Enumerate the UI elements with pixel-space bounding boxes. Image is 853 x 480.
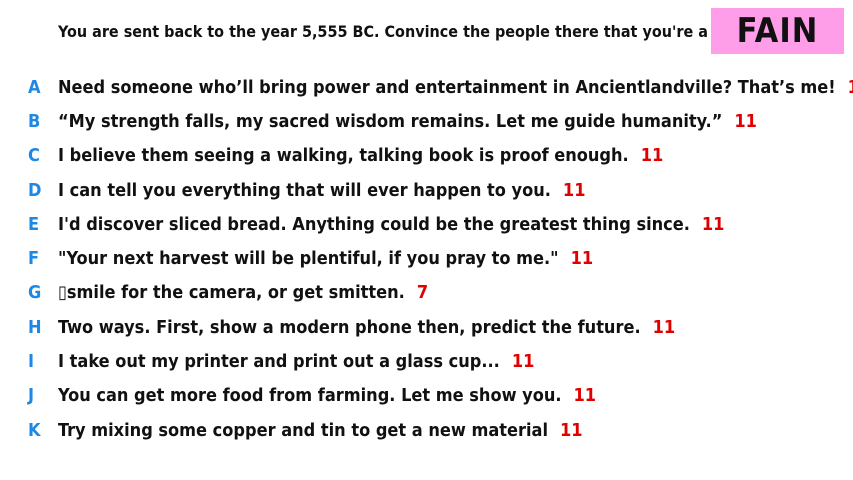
answer-row[interactable]: I I take out my printer and print out a … (0, 344, 853, 378)
answer-letter: A (28, 76, 41, 98)
answer-letter: E (28, 213, 40, 235)
answer-body: I'd discover sliced bread. Anything coul… (58, 214, 724, 235)
answer-body: "Your next harvest will be plentiful, if… (58, 248, 593, 269)
player-name: FAIN (736, 11, 819, 51)
answer-body: I take out my printer and print out a gl… (58, 351, 534, 372)
answer-letter: G (28, 282, 42, 304)
answer-letter: C (28, 145, 40, 167)
answer-text: Two ways. First, show a modern phone the… (58, 316, 641, 338)
answer-row[interactable]: G ▯smile for the camera, or get smitten.… (0, 276, 853, 310)
answer-row[interactable]: E I'd discover sliced bread. Anything co… (0, 207, 853, 241)
answer-letter: J (28, 385, 35, 407)
answer-score: 11 (652, 316, 676, 338)
player-badge: FAIN (711, 8, 844, 54)
answer-letter: B (28, 110, 41, 132)
answer-body: “My strength falls, my sacred wisdom rem… (58, 111, 757, 132)
answer-text: ▯smile for the camera, or get smitten. (58, 282, 405, 304)
answer-letter: F (28, 248, 40, 270)
answer-row[interactable]: K Try mixing some copper and tin to get … (0, 413, 853, 447)
answer-text: I'd discover sliced bread. Anything coul… (58, 213, 690, 235)
answer-body: You can get more food from farming. Let … (58, 385, 596, 406)
answer-body: ▯smile for the camera, or get smitten. 7 (58, 282, 428, 303)
answer-score: 11 (511, 351, 535, 373)
answer-score: 11 (560, 419, 583, 441)
answer-letter: K (28, 419, 41, 441)
answer-score: 11 (562, 179, 586, 201)
answer-body: I can tell you everything that will ever… (58, 180, 585, 201)
answer-row[interactable]: B “My strength falls, my sacred wisdom r… (0, 104, 853, 138)
answer-score: 11 (573, 385, 597, 407)
answer-row[interactable]: J You can get more food from farming. Le… (0, 379, 853, 413)
answer-score: 11 (848, 77, 853, 98)
answer-score: 11 (701, 213, 725, 235)
answer-row[interactable]: F "Your next harvest will be plentiful, … (0, 241, 853, 275)
answer-body: Try mixing some copper and tin to get a … (58, 420, 583, 441)
answer-text: Try mixing some copper and tin to get a … (58, 419, 548, 441)
answer-score: 11 (640, 145, 664, 167)
answer-letter: H (28, 316, 42, 338)
answer-body: I believe them seeing a walking, talking… (58, 145, 663, 166)
answer-row[interactable]: C I believe them seeing a walking, talki… (0, 139, 853, 173)
answer-row[interactable]: D I can tell you everything that will ev… (0, 173, 853, 207)
answer-list: A Need someone who’ll bring power and en… (0, 70, 853, 447)
answer-text: “My strength falls, my sacred wisdom rem… (58, 110, 723, 132)
answer-row[interactable]: H Two ways. First, show a modern phone t… (0, 310, 853, 344)
answer-letter: D (28, 179, 42, 201)
answer-text: "Your next harvest will be plentiful, if… (58, 248, 559, 270)
prompt-text: You are sent back to the year 5,555 BC. … (58, 22, 749, 41)
answer-score: 7 (416, 282, 429, 304)
answer-letter: I (28, 351, 35, 373)
answer-text: You can get more food from farming. Let … (58, 385, 562, 407)
answer-text: I can tell you everything that will ever… (58, 179, 551, 201)
answer-text: I believe them seeing a walking, talking… (58, 145, 629, 167)
answer-score: 11 (734, 110, 757, 132)
answer-text: I take out my printer and print out a gl… (58, 351, 500, 373)
answer-body: Two ways. First, show a modern phone the… (58, 317, 675, 338)
answer-body: Need someone who’ll bring power and ente… (58, 77, 853, 98)
answer-score: 11 (570, 248, 594, 270)
answer-row[interactable]: A Need someone who’ll bring power and en… (0, 70, 853, 104)
answer-text: Need someone who’ll bring power and ente… (58, 76, 836, 98)
